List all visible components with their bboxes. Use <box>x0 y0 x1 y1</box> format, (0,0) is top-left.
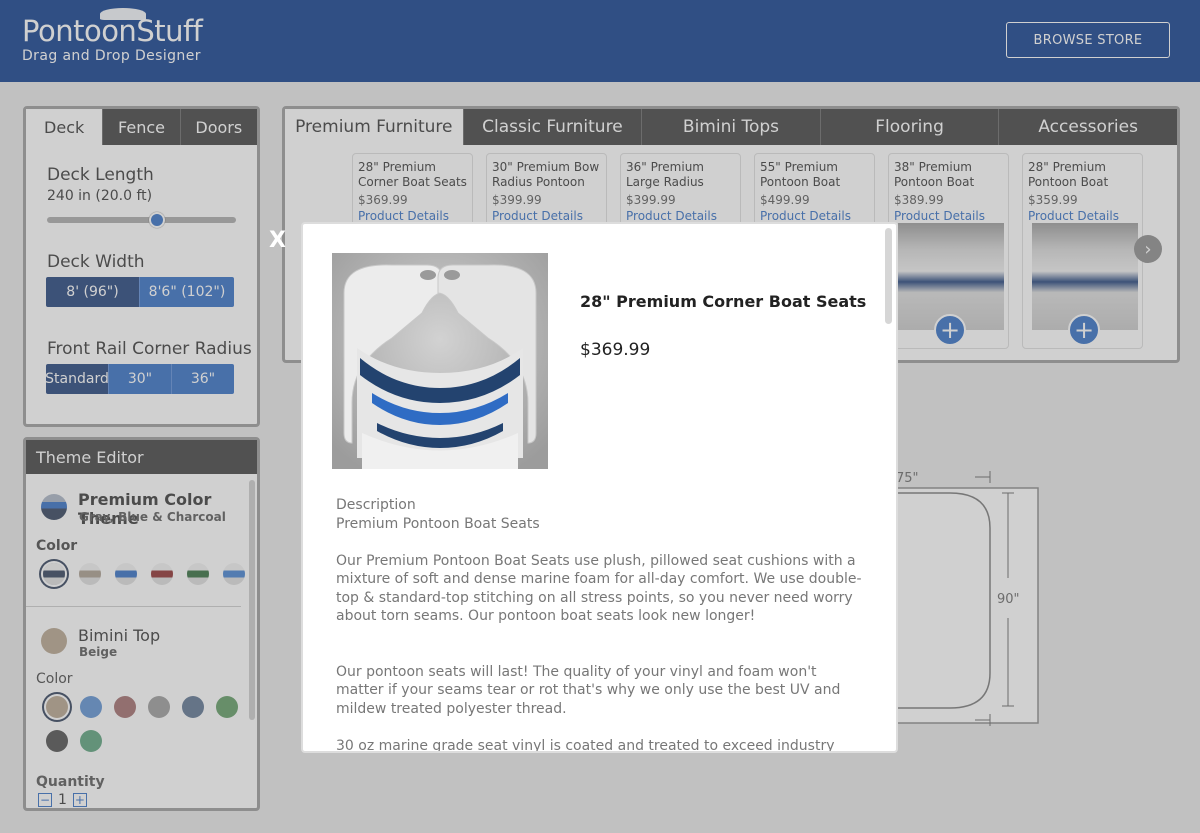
modal-description: Description Premium Pontoon Boat Seats O… <box>336 496 866 753</box>
description-subtitle: Premium Pontoon Boat Seats <box>336 515 540 532</box>
product-image <box>332 253 548 469</box>
modal-product-price: $369.99 <box>580 340 651 360</box>
modal-scrollbar[interactable] <box>885 228 892 324</box>
description-paragraph-3: 30 oz marine grade seat vinyl is coated … <box>336 737 835 753</box>
product-detail-modal: 28" Premium Corner Boat Seats $369.99 De… <box>301 222 898 753</box>
description-label: Description <box>336 497 416 513</box>
close-modal-button[interactable]: X <box>269 228 286 253</box>
description-paragraph-2: Our pontoon seats will last! The quality… <box>336 663 841 717</box>
description-paragraph-1: Our Premium Pontoon Boat Seats use plush… <box>336 552 862 625</box>
modal-product-title: 28" Premium Corner Boat Seats <box>580 292 867 311</box>
